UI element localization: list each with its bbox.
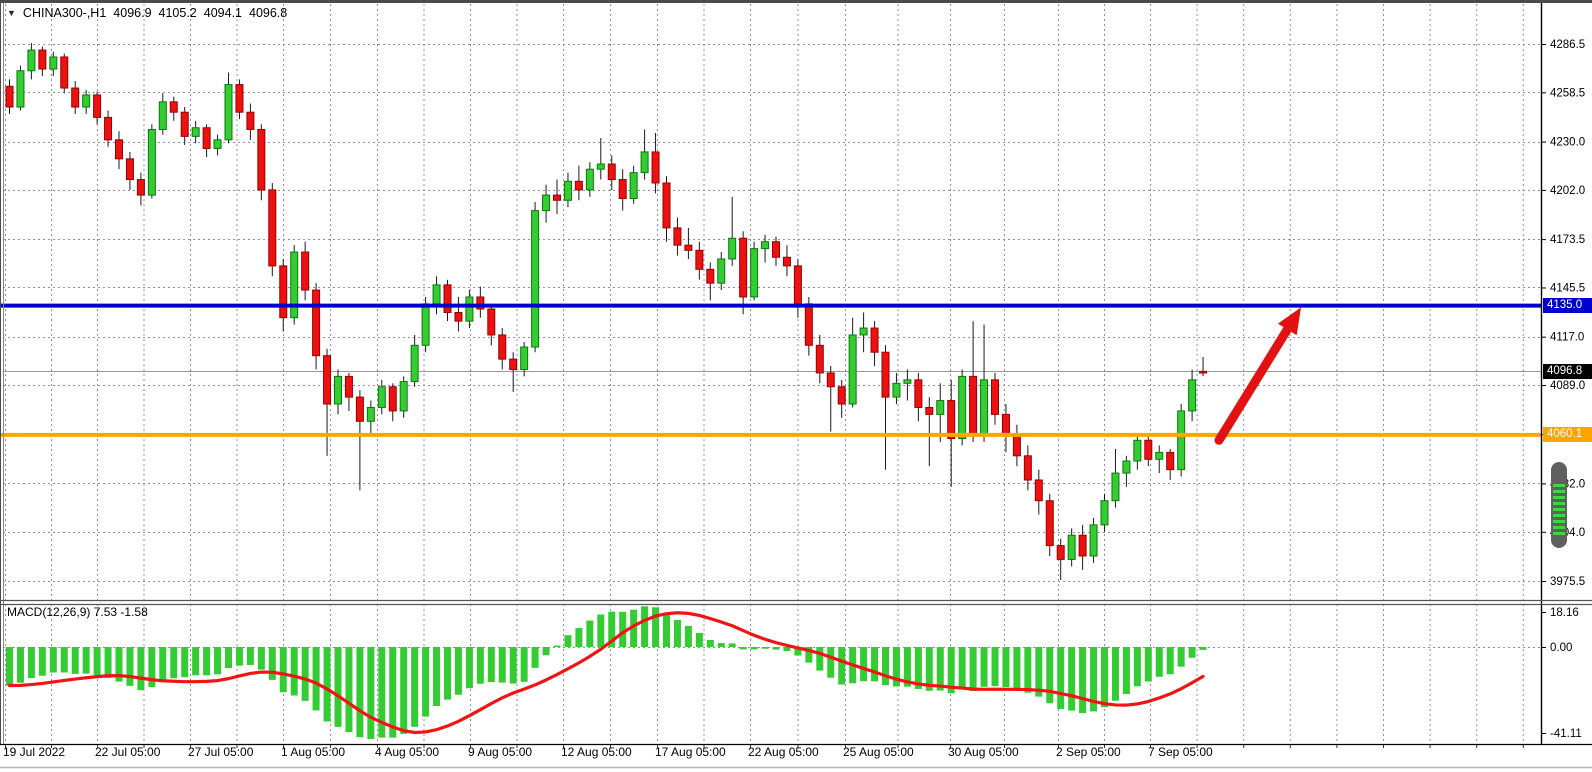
macd-main-value: 7.53 <box>94 605 117 619</box>
macd-signal-value: -1.58 <box>120 605 147 619</box>
current-price-badge: 4096.8 <box>1543 364 1592 379</box>
svg-text:3975.5: 3975.5 <box>1550 576 1585 588</box>
svg-text:25 Aug 05:00: 25 Aug 05:00 <box>843 745 914 759</box>
svg-text:7 Sep 05:00: 7 Sep 05:00 <box>1148 745 1213 759</box>
svg-text:22 Jul 05:00: 22 Jul 05:00 <box>95 745 161 759</box>
svg-text:4173.5: 4173.5 <box>1550 234 1585 246</box>
support-price-badge: 4060.1 <box>1543 427 1592 442</box>
resistance-price-badge: 4135.0 <box>1543 298 1592 313</box>
svg-text:4 Aug 05:00: 4 Aug 05:00 <box>375 745 439 759</box>
macd-indicator-label: MACD(12,26,9) 7.53 -1.58 <box>7 605 148 619</box>
svg-text:17 Aug 05:00: 17 Aug 05:00 <box>655 745 726 759</box>
scroll-thumb-stripes <box>1553 484 1565 536</box>
candlestick-chart[interactable]: 4286.5 4258.5 4230.0 4202.0 4173.5 4145.5 4117… <box>0 0 1592 772</box>
svg-text:4202.0: 4202.0 <box>1550 185 1585 197</box>
open-value: 4096.9 <box>113 6 151 20</box>
svg-text:4258.5: 4258.5 <box>1550 87 1585 99</box>
svg-text:4145.5: 4145.5 <box>1550 282 1585 294</box>
close-value: 4096.8 <box>249 6 287 20</box>
svg-text:4286.5: 4286.5 <box>1550 39 1585 51</box>
symbol-dropdown-icon[interactable]: ▼ <box>7 8 16 18</box>
svg-text:22 Aug 05:00: 22 Aug 05:00 <box>748 745 819 759</box>
svg-text:4089.0: 4089.0 <box>1550 380 1585 392</box>
svg-text:27 Jul 05:00: 27 Jul 05:00 <box>188 745 254 759</box>
low-value: 4094.1 <box>204 6 242 20</box>
svg-text:9 Aug 05:00: 9 Aug 05:00 <box>468 745 532 759</box>
chart-title: ▼ CHINA300-,H1 4096.9 4105.2 4094.1 4096… <box>7 6 287 20</box>
svg-text:1 Aug 05:00: 1 Aug 05:00 <box>281 745 345 759</box>
symbol-period-label: CHINA300-,H1 <box>23 6 106 20</box>
svg-text:0.00: 0.00 <box>1550 642 1572 654</box>
macd-name: MACD(12,26,9) <box>7 605 90 619</box>
chart-window: 4286.5 4258.5 4230.0 4202.0 4173.5 4145.5 4117… <box>0 0 1592 772</box>
svg-text:4230.0: 4230.0 <box>1550 137 1585 149</box>
svg-text:19 Jul 2022: 19 Jul 2022 <box>3 745 65 759</box>
svg-text:30 Aug 05:00: 30 Aug 05:00 <box>948 745 1019 759</box>
svg-text:12 Aug 05:00: 12 Aug 05:00 <box>561 745 632 759</box>
svg-text:2 Sep 05:00: 2 Sep 05:00 <box>1056 745 1121 759</box>
high-value: 4105.2 <box>159 6 197 20</box>
price-axis-scroll-thumb[interactable] <box>1551 462 1567 548</box>
svg-text:4117.0: 4117.0 <box>1550 332 1584 344</box>
svg-text:18.16: 18.16 <box>1550 607 1579 619</box>
svg-text:-41.11: -41.11 <box>1550 728 1582 740</box>
